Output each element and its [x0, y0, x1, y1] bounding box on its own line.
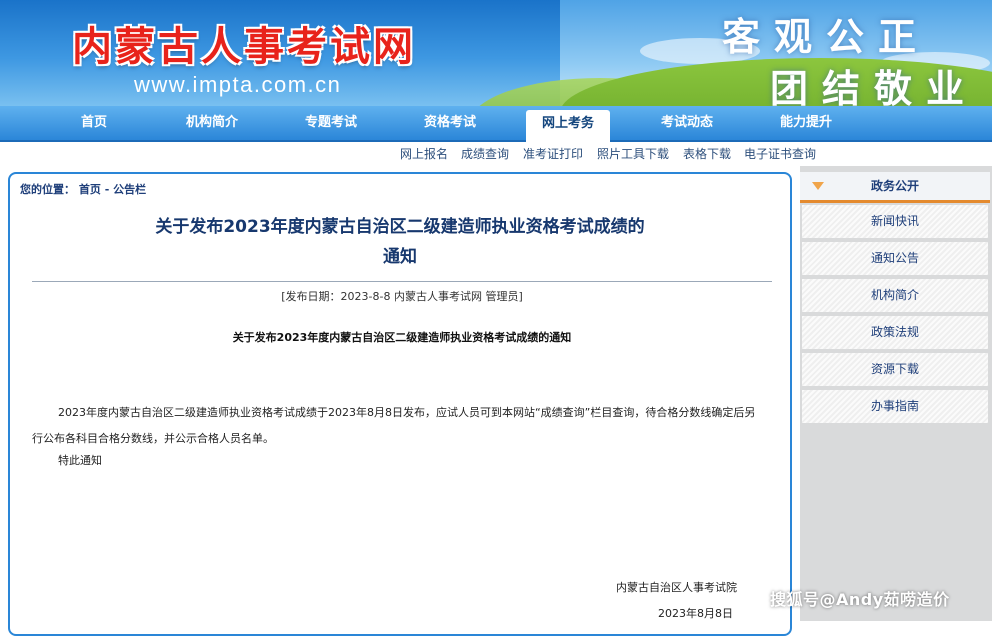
title-divider [32, 281, 772, 282]
breadcrumb-separator: - [104, 183, 114, 196]
signature-organization: 内蒙古自治区人事考试院 [616, 581, 737, 594]
sidebar: 政务公开 新闻快讯 通知公告 机构简介 政策法规 资源下载 办事指南 [800, 166, 992, 621]
signature-date: 2023年8月8日 [658, 607, 733, 620]
breadcrumb: 您的位置： 首页 - 公告栏 [20, 181, 146, 197]
nav-item-online-services[interactable]: 网上考务 [526, 110, 610, 142]
sub-nav: 网上报名 成绩查询 准考证打印 照片工具下载 表格下载 电子证书查询 [0, 142, 992, 166]
nav-item-skills[interactable]: 能力提升 [764, 106, 848, 140]
slogan-line2: 团结敬业 [770, 66, 979, 106]
sidebar-item-notices[interactable]: 通知公告 [802, 242, 988, 275]
breadcrumb-prefix: 您的位置： [20, 183, 75, 196]
subnav-online-registration[interactable]: 网上报名 [400, 145, 448, 162]
slogan-line1: 客观公正 [722, 14, 931, 59]
breadcrumb-section-link[interactable]: 公告栏 [113, 183, 146, 196]
sidebar-item-guide[interactable]: 办事指南 [802, 390, 988, 423]
nav-item-exam-news[interactable]: 考试动态 [645, 106, 729, 140]
article-title: 关于发布2023年度内蒙古自治区二级建造师执业资格考试成绩的 通知 [110, 212, 690, 272]
sidebar-item-policies[interactable]: 政策法规 [802, 316, 988, 349]
article-title-line1: 关于发布2023年度内蒙古自治区二级建造师执业资格考试成绩的 [155, 217, 645, 237]
article-closing: 特此通知 [58, 454, 102, 467]
subnav-forms-download[interactable]: 表格下载 [683, 145, 731, 162]
watermark-text: 搜狐号@Andy茹唠造价 [770, 590, 950, 609]
breadcrumb-home-link[interactable]: 首页 [79, 183, 101, 196]
subnav-admission-ticket[interactable]: 准考证打印 [523, 145, 583, 162]
nav-item-about[interactable]: 机构简介 [170, 106, 254, 140]
main-nav: 首页 机构简介 专题考试 资格考试 网上考务 考试动态 能力提升 [0, 106, 992, 142]
article-subtitle: 关于发布2023年度内蒙古自治区二级建造师执业资格考试成绩的通知 [232, 331, 572, 344]
nav-item-home[interactable]: 首页 [52, 106, 136, 140]
site-logo-title[interactable]: 内蒙古人事考试网 [72, 14, 416, 72]
nav-item-special-exams[interactable]: 专题考试 [289, 106, 373, 140]
article-panel: 您的位置： 首页 - 公告栏 关于发布2023年度内蒙古自治区二级建造师执业资格… [8, 172, 792, 636]
site-banner: 内蒙古人事考试网 www.impta.com.cn 客观公正 团结敬业 [0, 0, 992, 106]
publish-meta: [发布日期：2023-8-8 内蒙古人事考试网 管理员] [281, 290, 523, 303]
subnav-score-query[interactable]: 成绩查询 [461, 145, 509, 162]
article-body: 2023年度内蒙古自治区二级建造师执业资格考试成绩于2023年8月8日发布，应试… [32, 406, 756, 445]
article-title-line2: 通知 [383, 247, 417, 267]
sidebar-item-downloads[interactable]: 资源下载 [802, 353, 988, 386]
sidebar-header: 政务公开 [800, 172, 990, 203]
subnav-photo-tool[interactable]: 照片工具下载 [597, 145, 669, 162]
subnav-certificate-query[interactable]: 电子证书查询 [744, 145, 816, 162]
site-url: www.impta.com.cn [134, 72, 342, 97]
sidebar-header-label: 政务公开 [870, 179, 919, 193]
sidebar-item-about[interactable]: 机构简介 [802, 279, 988, 312]
sidebar-item-news[interactable]: 新闻快讯 [802, 205, 988, 238]
nav-item-qualification-exams[interactable]: 资格考试 [408, 106, 492, 140]
